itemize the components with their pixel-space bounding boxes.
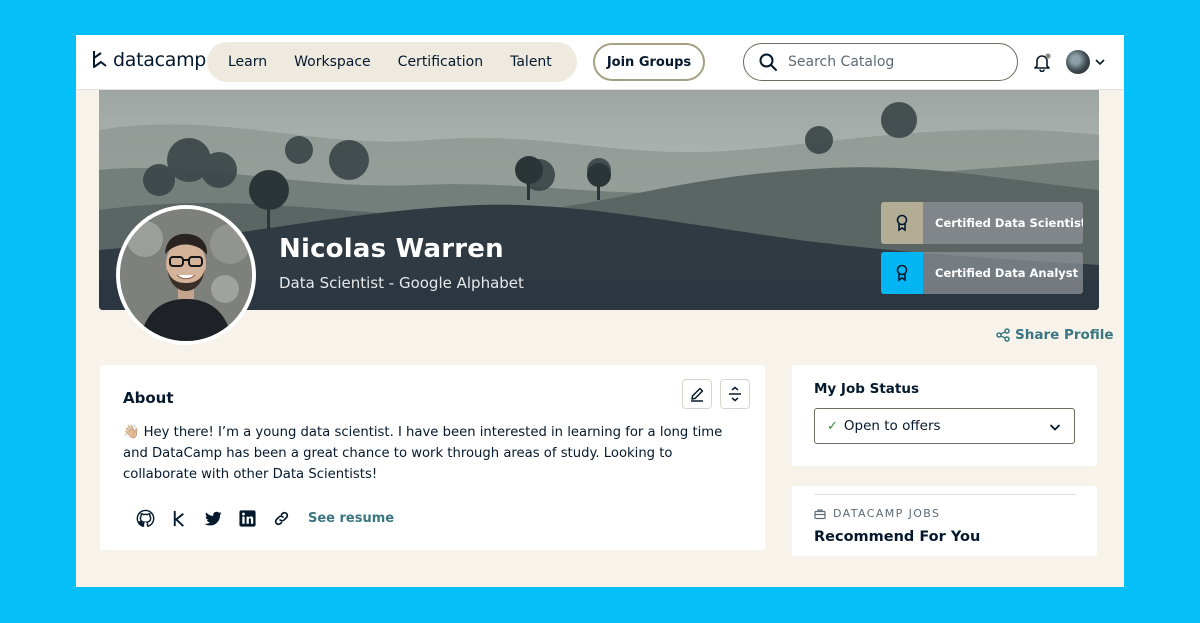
datacamp-logo-icon <box>93 51 107 68</box>
link-icon[interactable] <box>271 508 291 528</box>
linkedin-icon[interactable] <box>237 508 257 528</box>
about-body: Hey there! I’m a young data scientist. I… <box>123 425 723 482</box>
certification-label: Certified Data Analyst <box>935 266 1079 280</box>
chevron-down-icon <box>1049 424 1061 431</box>
page: datacamp Learn Workspace Certification T… <box>76 35 1124 587</box>
certificate-ribbon-icon <box>881 252 923 294</box>
datacamp-jobs-kicker: DATACAMP JOBS <box>814 507 940 520</box>
nav-certification[interactable]: Certification <box>398 54 483 70</box>
search-icon <box>759 53 777 71</box>
job-status-card: My Job Status ✓ Open to offers <box>792 365 1097 466</box>
social-links: See resume <box>135 508 394 528</box>
twitter-icon[interactable] <box>203 508 223 528</box>
about-card: About 👋🏼 Hey there! I’m a young data sci… <box>100 365 765 550</box>
profile-role: Data Scientist - Google Alphabet <box>279 274 524 292</box>
user-avatar[interactable] <box>1066 50 1090 74</box>
waving-hand-emoji: 👋🏼 <box>123 425 140 440</box>
pencil-icon <box>691 387 704 402</box>
certificate-ribbon-icon <box>881 202 923 244</box>
certification-badge-data-scientist[interactable]: Certified Data Scientist <box>881 202 1083 244</box>
datacamp-logo[interactable]: datacamp <box>91 49 206 71</box>
logo-text: datacamp <box>113 49 207 71</box>
nav-workspace[interactable]: Workspace <box>294 54 371 70</box>
share-profile-label: Share Profile <box>1015 327 1114 343</box>
edit-about-button[interactable] <box>682 379 712 409</box>
see-resume-link[interactable]: See resume <box>308 511 394 526</box>
briefcase-icon <box>814 508 826 519</box>
join-groups-button[interactable]: Join Groups <box>593 43 705 81</box>
job-status-value: Open to offers <box>843 418 941 434</box>
divider <box>814 494 1076 495</box>
certification-label: Certified Data Scientist <box>935 216 1083 230</box>
search-input[interactable] <box>788 54 988 70</box>
top-navigation: datacamp Learn Workspace Certification T… <box>76 35 1124 90</box>
kaggle-icon[interactable] <box>169 508 189 528</box>
profile-avatar <box>116 205 256 345</box>
primary-nav: Learn Workspace Certification Talent <box>207 42 577 82</box>
profile-photo <box>120 209 252 341</box>
about-text: 👋🏼 Hey there! I’m a young data scientist… <box>123 422 748 485</box>
search-bar[interactable] <box>743 43 1018 81</box>
reorder-about-button[interactable] <box>720 379 750 409</box>
datacamp-jobs-label: DATACAMP JOBS <box>833 507 941 520</box>
nav-learn[interactable]: Learn <box>228 54 267 70</box>
profile-name: Nicolas Warren <box>279 234 504 264</box>
chevron-down-icon[interactable] <box>1094 56 1106 68</box>
recommend-for-you-title: Recommend For You <box>814 529 981 545</box>
notification-bell-icon[interactable] <box>1032 52 1052 72</box>
share-profile-link[interactable]: Share Profile <box>996 327 1114 343</box>
datacamp-jobs-card: DATACAMP JOBS Recommend For You <box>792 486 1097 556</box>
job-status-select[interactable]: ✓ Open to offers <box>814 408 1075 444</box>
share-icon <box>996 328 1010 342</box>
github-icon[interactable] <box>135 508 155 528</box>
job-status-title: My Job Status <box>814 381 919 397</box>
check-icon: ✓ <box>827 418 838 434</box>
certification-badge-data-analyst[interactable]: Certified Data Analyst <box>881 252 1083 294</box>
about-title: About <box>123 389 174 407</box>
nav-talent[interactable]: Talent <box>510 54 552 70</box>
expand-collapse-icon <box>729 386 741 402</box>
